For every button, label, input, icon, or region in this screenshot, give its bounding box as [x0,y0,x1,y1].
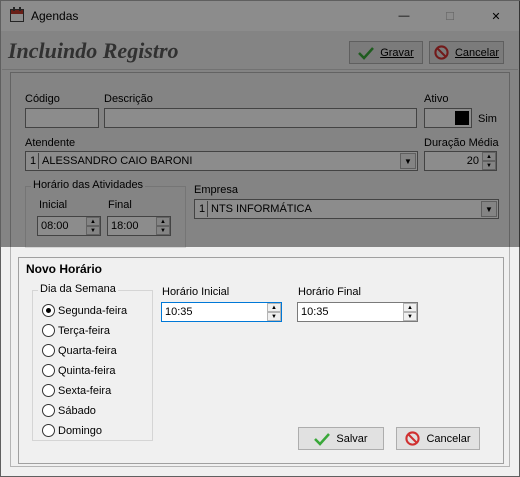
radio-domingo[interactable]: Domingo [42,424,102,437]
horario-final-field[interactable]: 10:35 ▲ ▼ [297,302,418,322]
radio-label: Sábado [58,404,96,417]
horario-final-value: 10:35 [301,306,329,318]
salvar-label: Salvar [336,432,368,445]
horario-inicial-label: Horário Inicial [162,286,230,298]
horario-final-label: Horário Final [298,286,361,298]
novo-horario-dialog: Novo Horário Dia da Semana Segunda-feira… [11,247,511,467]
radio-dot[interactable] [42,324,55,337]
cancelar-dialog-button[interactable]: Cancelar [396,427,480,450]
cancelar-dialog-label: Cancelar [426,432,471,445]
horario-inicial-field[interactable]: 10:35 ▲ ▼ [161,302,282,322]
radio-sabado[interactable]: Sábado [42,404,96,417]
radio-dot[interactable] [42,364,55,377]
radio-dot[interactable] [42,404,55,417]
radio-label: Segunda-feira [58,304,128,317]
horario-final-spinner[interactable]: ▲ ▼ [403,303,417,321]
radio-label: Quinta-feira [58,364,116,377]
radio-dot-selected[interactable] [42,304,55,317]
modal-overlay [1,1,520,247]
checkmark-icon [314,432,331,446]
radio-quinta[interactable]: Quinta-feira [42,364,115,377]
radio-dot[interactable] [42,344,55,357]
radio-dot[interactable] [42,424,55,437]
radio-segunda[interactable]: Segunda-feira [42,304,127,317]
agendas-window: Agendas — ☐ ✕ Incluindo Registro Gravar … [0,0,520,477]
radio-quarta[interactable]: Quarta-feira [42,344,117,357]
dia-semana-caption: Dia da Semana [38,283,118,295]
salvar-button[interactable]: Salvar [298,427,384,450]
radio-label: Terça-feira [58,324,110,337]
radio-label: Domingo [58,424,103,437]
radio-dot[interactable] [42,384,55,397]
horario-inicial-value: 10:35 [165,306,193,318]
radio-sexta[interactable]: Sexta-feira [42,384,111,397]
radio-label: Quarta-feira [58,344,117,357]
radio-label: Sexta-feira [58,384,112,397]
horario-inicial-spinner[interactable]: ▲ ▼ [267,303,281,321]
dialog-title: Novo Horário [26,262,103,276]
no-entry-icon [405,431,421,446]
radio-terca[interactable]: Terça-feira [42,324,110,337]
